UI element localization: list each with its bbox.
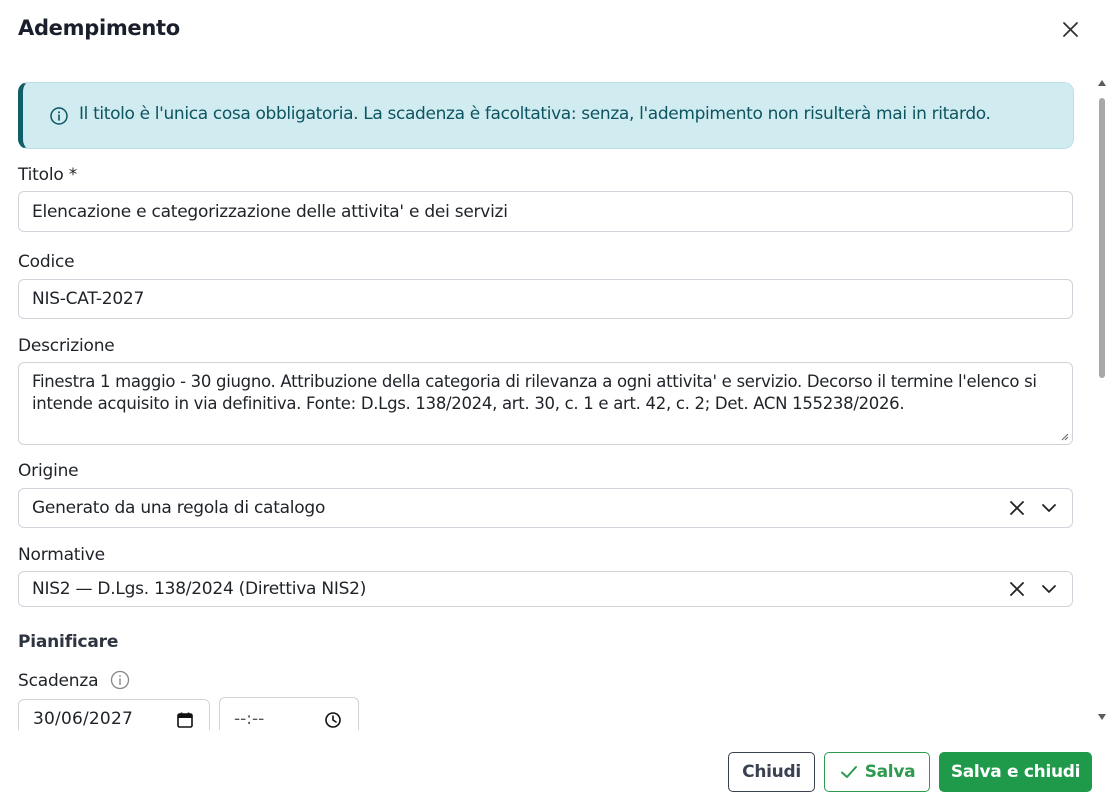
vertical-scrollbar[interactable] <box>1096 80 1107 730</box>
calendar-icon[interactable] <box>176 711 194 729</box>
chevron-down-icon[interactable] <box>1039 579 1059 599</box>
deadline-time-input[interactable]: --:-- <box>219 697 359 730</box>
description-label: Descrizione <box>18 336 115 356</box>
code-input[interactable]: NIS-CAT-2027 <box>18 279 1073 319</box>
origin-select-value: Generato da una regola di catalogo <box>32 498 326 518</box>
title-input-value: Elencazione e categorizzazione delle att… <box>32 202 508 222</box>
title-label: Titolo * <box>18 165 78 185</box>
dialog-footer: Chiudi Salva Salva e chiudi <box>0 730 1107 808</box>
dialog-body[interactable]: Il titolo è l'unica cosa obbligatoria. L… <box>0 60 1098 730</box>
dialog-header: Adempimento <box>0 0 1107 60</box>
deadline-date-value: 30/06/2027 <box>33 709 133 729</box>
check-icon <box>840 766 857 778</box>
description-textarea[interactable]: Finestra 1 maggio - 30 giugno. Attribuzi… <box>18 362 1073 445</box>
code-label: Codice <box>18 252 75 272</box>
deadline-date-input[interactable]: 30/06/2027 <box>18 699 210 730</box>
regulations-label: Normative <box>18 545 105 565</box>
origin-select[interactable]: Generato da una regola di catalogo <box>18 488 1073 528</box>
save-and-close-button-label: Salva e chiudi <box>950 762 1081 782</box>
clock-icon[interactable] <box>324 711 342 729</box>
save-and-close-button[interactable]: Salva e chiudi <box>939 752 1092 792</box>
scroll-thumb[interactable] <box>1099 98 1105 378</box>
info-icon <box>50 107 68 125</box>
code-input-value: NIS-CAT-2027 <box>32 289 145 309</box>
clear-icon[interactable] <box>1007 498 1027 518</box>
deadline-label: Scadenza <box>18 671 99 691</box>
info-alert: Il titolo è l'unica cosa obbligatoria. L… <box>18 82 1074 149</box>
save-button[interactable]: Salva <box>824 752 930 792</box>
plan-section-title: Pianificare <box>18 632 119 652</box>
dialog-title: Adempimento <box>18 16 180 40</box>
save-button-label: Salva <box>864 762 916 782</box>
close-icon[interactable] <box>1058 17 1084 43</box>
regulations-select[interactable]: NIS2 — D.Lgs. 138/2024 (Direttiva NIS2) <box>18 571 1073 607</box>
alert-text: Il titolo è l'unica cosa obbligatoria. L… <box>79 104 991 124</box>
scroll-up-arrow-icon[interactable] <box>1098 80 1106 86</box>
title-input[interactable]: Elencazione e categorizzazione delle att… <box>18 191 1073 232</box>
origin-label: Origine <box>18 461 79 481</box>
close-button[interactable]: Chiudi <box>728 752 815 792</box>
close-button-label: Chiudi <box>742 762 801 782</box>
scroll-down-arrow-icon[interactable] <box>1098 714 1106 720</box>
description-textarea-value: Finestra 1 maggio - 30 giugno. Attribuzi… <box>32 372 1037 413</box>
regulations-select-value: NIS2 — D.Lgs. 138/2024 (Direttiva NIS2) <box>32 579 367 599</box>
chevron-down-icon[interactable] <box>1039 498 1059 518</box>
resize-handle-icon[interactable] <box>1059 431 1069 441</box>
clear-icon[interactable] <box>1007 579 1027 599</box>
info-icon[interactable] <box>110 670 130 690</box>
deadline-time-value: --:-- <box>234 709 265 729</box>
